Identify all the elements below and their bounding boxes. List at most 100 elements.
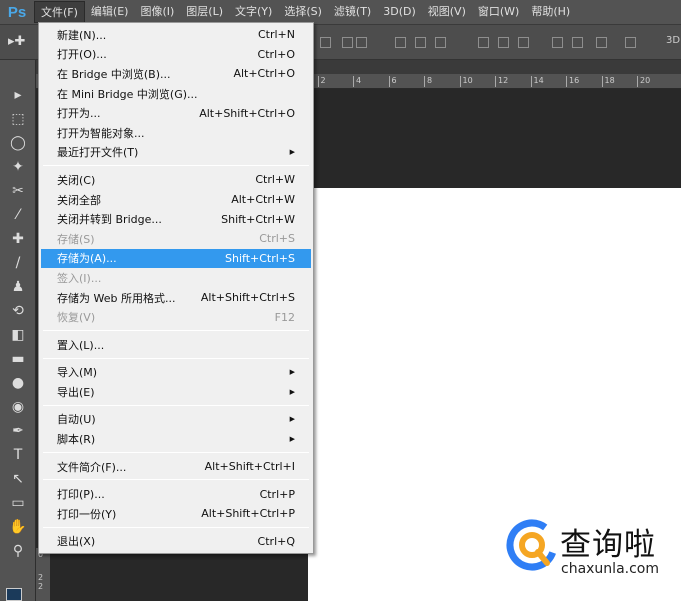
menu-separator (43, 357, 309, 359)
ruler-tick-label: 4 (353, 76, 361, 87)
magic-wand-tool-icon[interactable]: ✦ (8, 158, 28, 176)
ruler-tick-label: 6 (388, 76, 397, 87)
menu-item[interactable]: 文件简介(F)... Alt+Shift+Ctrl+I (41, 457, 311, 477)
ruler-tick-label: 2 (317, 76, 326, 87)
menu-item-label: 导出(E) (57, 385, 95, 399)
menu-item[interactable]: 打开(O)... Ctrl+O (41, 45, 311, 65)
menu-item[interactable]: 在 Mini Bridge 中浏览(G)... (41, 84, 311, 104)
dodge-tool-icon[interactable]: ◉ (8, 398, 28, 416)
gradient-tool-icon[interactable]: ▬ (8, 350, 28, 368)
menu-10[interactable]: 帮助(H) (525, 1, 576, 23)
menu-item[interactable]: 打开为... Alt+Shift+Ctrl+O (41, 103, 311, 123)
lasso-tool-icon[interactable]: ◯ (8, 134, 28, 152)
menu-item[interactable]: 关闭(C) Ctrl+W (41, 170, 311, 190)
submenu-arrow-icon: ▶ (289, 387, 295, 396)
align-option-icon[interactable] (572, 37, 583, 48)
blur-tool-icon[interactable]: ● (8, 374, 28, 392)
shape-tool-icon[interactable]: ▭ (8, 494, 28, 512)
menu-separator (43, 526, 309, 528)
align-option-icon[interactable] (596, 37, 607, 48)
align-option-icon[interactable] (395, 37, 406, 48)
menu-item-shortcut: Ctrl+N (257, 28, 295, 42)
menu-item-label: 文件简介(F)... (57, 460, 127, 474)
zoom-tool-icon[interactable]: ⚲ (8, 542, 28, 560)
menu-item[interactable]: 打印一份(Y) Alt+Shift+Ctrl+P (41, 504, 311, 524)
align-option-icon[interactable] (518, 37, 529, 48)
menu-item-label: 打开(O)... (57, 48, 107, 62)
hand-tool-icon[interactable]: ✋ (8, 518, 28, 536)
menu-item[interactable]: 恢复(V) F12 (41, 307, 311, 327)
menu-item[interactable]: 导出(E) ▶ (41, 382, 311, 402)
magnifier-logo-icon (506, 519, 558, 571)
menu-6[interactable]: 滤镜(T) (328, 1, 377, 23)
align-option-icon[interactable] (342, 37, 353, 48)
align-option-icon[interactable] (552, 37, 563, 48)
menu-separator (43, 451, 309, 453)
menu-3[interactable]: 图层(L) (180, 1, 229, 23)
align-option-icon[interactable] (478, 37, 489, 48)
menu-item[interactable]: 在 Bridge 中浏览(B)... Alt+Ctrl+O (41, 64, 311, 84)
history-brush-tool-icon[interactable]: ⟲ (8, 302, 28, 320)
eraser-tool-icon[interactable]: ◧ (8, 326, 28, 344)
menu-item[interactable]: 存储为(A)... Shift+Ctrl+S (41, 248, 311, 269)
type-tool-icon[interactable]: T (8, 446, 28, 464)
clone-stamp-tool-icon[interactable]: ♟ (8, 278, 28, 296)
menu-item[interactable]: 关闭全部 Alt+Ctrl+W (41, 190, 311, 210)
menu-separator (43, 404, 309, 406)
menu-item[interactable]: 存储为 Web 所用格式... Alt+Shift+Ctrl+S (41, 288, 311, 308)
menu-2[interactable]: 图像(I) (134, 1, 180, 23)
watermark-logo: 查询啦 chaxunla.com (505, 515, 675, 585)
menu-item-shortcut: Alt+Shift+Ctrl+O (199, 106, 295, 120)
marquee-tool-icon[interactable]: ⬚ (8, 110, 28, 128)
menu-item-label: 新建(N)... (57, 28, 107, 42)
menu-item-label: 存储为 Web 所用格式... (57, 291, 176, 305)
align-option-icon[interactable] (320, 37, 331, 48)
3d-mode-label[interactable]: 3D (666, 35, 680, 46)
brush-tool-icon[interactable]: / (8, 254, 28, 272)
menu-item[interactable]: 置入(L)... (41, 335, 311, 355)
foreground-color-swatch[interactable] (6, 588, 22, 601)
align-option-icon[interactable] (356, 37, 367, 48)
move-tool-preset-icon[interactable]: ▸✚ (8, 34, 25, 49)
ruler-tick-label: 16 (566, 76, 579, 87)
menu-item[interactable]: 自动(U) ▶ (41, 410, 311, 430)
menu-item-shortcut: Shift+Ctrl+S (225, 251, 295, 265)
menu-4[interactable]: 文字(Y) (229, 1, 278, 23)
healing-tool-icon[interactable]: ✚ (8, 230, 28, 248)
ruler-tick-label: 18 (601, 76, 615, 87)
crop-tool-icon[interactable]: ✂ (8, 182, 28, 200)
menu-item[interactable]: 存储(S) Ctrl+S (41, 229, 311, 249)
menu-item[interactable]: 打印(P)... Ctrl+P (41, 484, 311, 504)
menu-item[interactable]: 关闭并转到 Bridge... Shift+Ctrl+W (41, 209, 311, 229)
menu-item[interactable]: 最近打开文件(T) ▶ (41, 143, 311, 163)
menu-item-shortcut: Alt+Ctrl+W (231, 193, 295, 207)
menu-item[interactable]: 新建(N)... Ctrl+N (41, 25, 311, 45)
menu-8[interactable]: 视图(V) (422, 1, 472, 23)
menu-5[interactable]: 选择(S) (278, 1, 328, 23)
menu-item[interactable]: 打开为智能对象... (41, 123, 311, 143)
ruler-tick-label: 14 (530, 76, 544, 87)
menu-separator (43, 479, 309, 481)
menu-0[interactable]: 文件(F) (34, 1, 85, 23)
menu-9[interactable]: 窗口(W) (472, 1, 525, 23)
ruler-tick-label: 8 (424, 76, 432, 87)
menu-item[interactable]: 脚本(R) ▶ (41, 429, 311, 449)
pen-tool-icon[interactable]: ✒ (8, 422, 28, 440)
path-select-tool-icon[interactable]: ↖ (8, 470, 28, 488)
menu-item-label: 打开为智能对象... (57, 126, 145, 140)
menu-item-shortcut: Alt+Shift+Ctrl+S (200, 291, 295, 305)
menu-item[interactable]: 导入(M) ▶ (41, 363, 311, 383)
align-option-icon[interactable] (415, 37, 426, 48)
align-option-icon[interactable] (625, 37, 636, 48)
menu-item-label: 打开为... (57, 107, 101, 121)
eyedropper-tool-icon[interactable]: ⁄ (8, 206, 28, 224)
move-tool-icon[interactable]: ▸ (8, 86, 28, 104)
align-option-icon[interactable] (435, 37, 446, 48)
menu-item[interactable]: 签入(I)... (41, 268, 311, 288)
watermark-title: 查询啦 (560, 527, 656, 563)
menu-1[interactable]: 编辑(E) (85, 1, 135, 23)
align-option-icon[interactable] (498, 37, 509, 48)
menu-7[interactable]: 3D(D) (377, 1, 422, 23)
menu-item-label: 关闭(C) (57, 173, 96, 187)
menu-item[interactable]: 退出(X) Ctrl+Q (41, 532, 311, 552)
